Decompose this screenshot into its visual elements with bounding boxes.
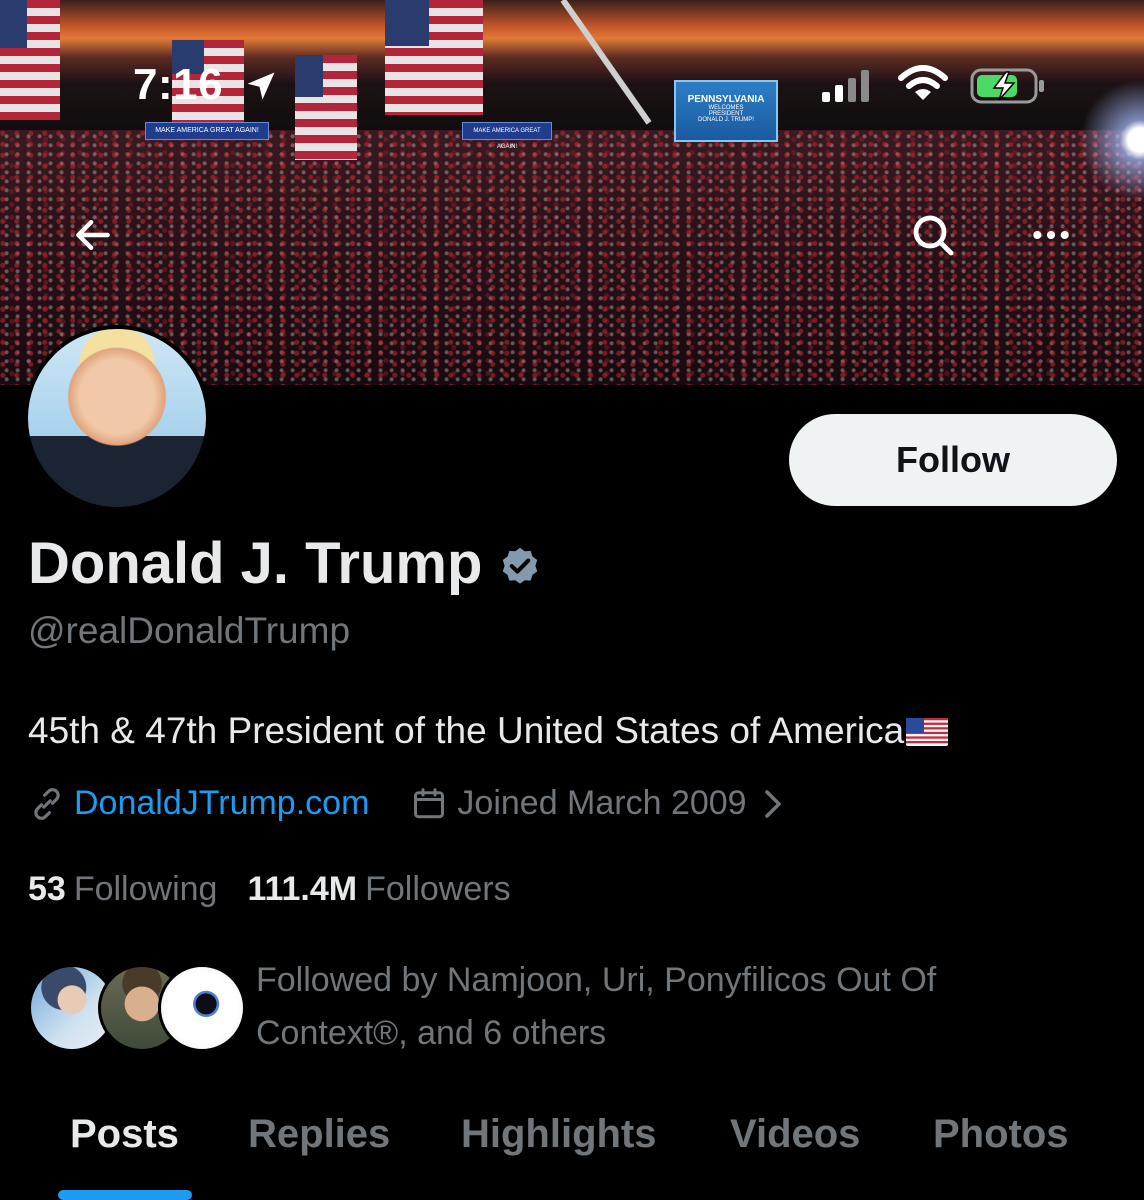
followers-label: Followers — [365, 870, 511, 908]
profile-tabs: Posts Replies Highlights Videos Photos — [0, 1100, 1144, 1200]
website-link[interactable]: DonaldJTrump.com — [74, 784, 369, 823]
wifi-icon — [898, 65, 948, 100]
following-label: Following — [73, 870, 218, 908]
tab-replies[interactable]: Replies — [248, 1112, 390, 1157]
profile-meta-row: DonaldJTrump.com Joined March 2009 — [28, 784, 785, 823]
location-arrow-icon — [247, 72, 275, 100]
more-dots-icon — [1033, 230, 1069, 240]
banner-sign-text: MAKE AMERICA GREAT AGAIN! — [155, 127, 259, 134]
status-bar: 7:16 — [0, 50, 1144, 120]
profile-name-row: Donald J. Trump — [28, 530, 542, 597]
profile-bio: 45th & 47th President of the United Stat… — [28, 710, 949, 752]
banner-sign: MAKE AMERICA GREAT AGAIN! — [462, 122, 552, 150]
us-flag-icon — [906, 718, 949, 746]
active-tab-indicator — [58, 1190, 192, 1200]
mutual-follower-avatar — [158, 964, 246, 1052]
followers-count: 111.4M — [247, 870, 358, 908]
profile-avatar[interactable] — [24, 325, 210, 511]
follow-button[interactable]: Follow — [789, 414, 1117, 506]
joined-date[interactable]: Joined March 2009 — [457, 784, 746, 823]
profile-handle: @realDonaldTrump — [28, 610, 351, 651]
tab-posts[interactable]: Posts — [70, 1112, 179, 1157]
status-time: 7:16 — [133, 60, 224, 109]
mutual-followers-avatars[interactable] — [28, 964, 246, 1052]
arrow-left-icon — [76, 219, 110, 251]
tab-videos[interactable]: Videos — [730, 1112, 860, 1157]
bio-text: 45th & 47th President of the United Stat… — [28, 710, 905, 751]
tab-highlights[interactable]: Highlights — [461, 1112, 657, 1157]
banner-sign: MAKE AMERICA GREAT AGAIN! — [145, 122, 269, 140]
search-icon — [913, 215, 954, 256]
following-count: 53 — [28, 870, 66, 908]
chevron-right-icon[interactable] — [761, 789, 785, 819]
back-button[interactable] — [58, 200, 128, 270]
display-name: Donald J. Trump — [28, 531, 483, 596]
following-stat[interactable]: 53 Following — [28, 870, 217, 909]
cellular-signal-icon — [822, 70, 869, 102]
tab-photos[interactable]: Photos — [933, 1112, 1069, 1157]
link-icon — [34, 787, 60, 820]
more-options-button[interactable] — [1016, 200, 1086, 270]
verified-badge-icon[interactable] — [498, 545, 542, 589]
search-button[interactable] — [898, 200, 968, 270]
followed-by-text[interactable]: Followed by Namjoon, Uri, Ponyfilicos Ou… — [256, 954, 1056, 1060]
battery-charging-icon — [970, 68, 1044, 104]
followers-stat[interactable]: 111.4M Followers — [247, 870, 510, 909]
calendar-icon — [414, 787, 445, 818]
follow-stats: 53 Following 111.4M Followers — [28, 870, 511, 909]
banner-sign-text: MAKE AMERICA GREAT AGAIN! — [473, 128, 541, 150]
